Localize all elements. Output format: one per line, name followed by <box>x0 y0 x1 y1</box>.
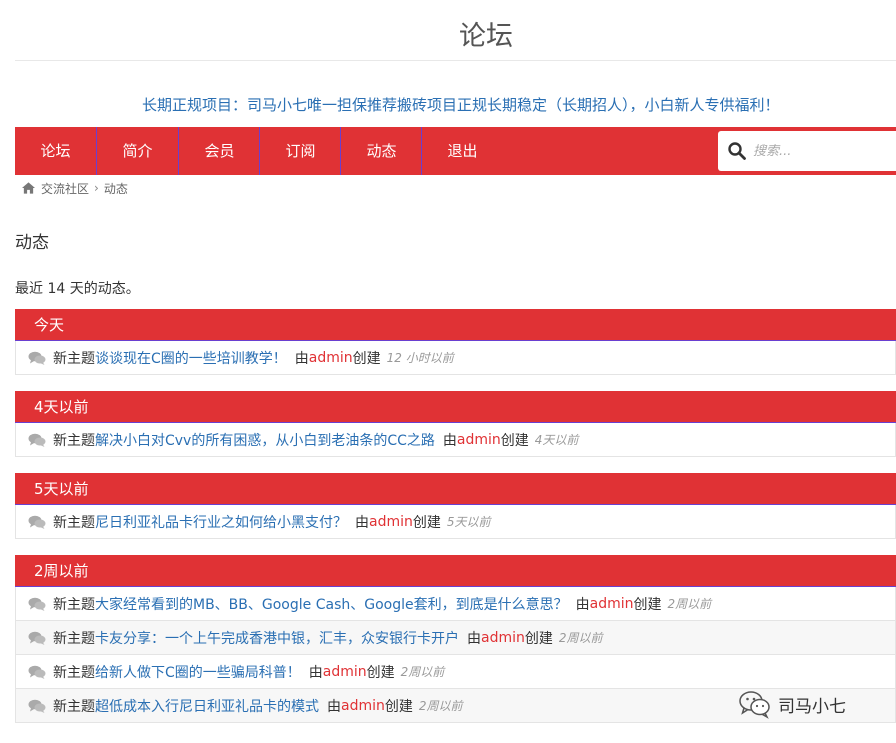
activity-section-5-days: 5天以前 新主题 尼日利亚礼品卡行业之如何给小黑支付？ 由 admin 创建 5… <box>15 473 896 539</box>
breadcrumb-home[interactable]: 交流社区 <box>41 180 89 197</box>
by-label: 由 <box>294 350 309 367</box>
promo-link[interactable]: 长期正规项目：司马小七唯一担保推荐搬砖项目正规长期稳定（长期招人），小白新人专供… <box>142 94 780 115</box>
chat-bubbles-icon <box>28 665 46 679</box>
activity-type: 新主题 <box>53 698 95 715</box>
chat-bubbles-icon <box>28 699 46 713</box>
author-link[interactable]: admin <box>481 630 525 646</box>
chat-bubbles-icon <box>28 433 46 447</box>
section-header: 4天以前 <box>15 391 896 423</box>
section-header: 今天 <box>15 309 896 341</box>
author-link[interactable]: admin <box>323 664 367 680</box>
watermark: 司马小七 <box>738 689 846 719</box>
timestamp: 2周以前 <box>667 597 712 611</box>
topic-link[interactable]: 大家经常看到的MB、BB、Google Cash、Google套利，到底是什么意… <box>95 594 568 614</box>
breadcrumb: 交流社区 › 动态 <box>22 180 128 196</box>
activity-row: 新主题 解决小白对Cvv的所有困惑，从小白到老油条的CC之路 由 admin 创… <box>15 423 896 457</box>
chat-bubbles-icon <box>28 597 46 611</box>
author-link[interactable]: admin <box>457 432 501 448</box>
watermark-text: 司马小七 <box>778 696 846 717</box>
main-navbar: 论坛 简介 会员 订阅 动态 退出 <box>15 127 896 175</box>
timestamp: 2周以前 <box>400 665 445 679</box>
topic-link[interactable]: 尼日利亚礼品卡行业之如何给小黑支付？ <box>95 512 347 532</box>
activity-type: 新主题 <box>53 514 95 531</box>
page-title: 动态 <box>15 233 49 253</box>
activity-row: 新主题 尼日利亚礼品卡行业之如何给小黑支付？ 由 admin 创建 5天以前 <box>15 505 896 539</box>
by-label: 由 <box>467 630 481 647</box>
created-label: 创建 <box>366 664 395 681</box>
author-link[interactable]: admin <box>341 698 385 714</box>
activity-type: 新主题 <box>53 350 95 367</box>
by-label: 由 <box>327 698 341 715</box>
nav-item-logout[interactable]: 退出 <box>422 127 503 175</box>
search-input[interactable] <box>753 139 896 163</box>
activity-type: 新主题 <box>53 432 95 449</box>
created-label: 创建 <box>352 350 381 367</box>
search-icon[interactable] <box>727 141 747 161</box>
activity-type: 新主题 <box>53 664 95 681</box>
home-icon[interactable] <box>22 182 35 194</box>
nav-item-activity[interactable]: 动态 <box>341 127 422 175</box>
timestamp: 2周以前 <box>558 631 603 645</box>
chat-bubbles-icon <box>28 351 46 365</box>
activity-section-today: 今天 新主题 谈谈现在C圈的一些培训教学！ 由 admin 创建 12 小时以前 <box>15 309 896 375</box>
nav-item-intro[interactable]: 简介 <box>97 127 178 175</box>
activity-section-4-days: 4天以前 新主题 解决小白对Cvv的所有困惑，从小白到老油条的CC之路 由 ad… <box>15 391 896 457</box>
by-label: 由 <box>442 432 457 449</box>
created-label: 创建 <box>412 514 441 531</box>
site-title: 论坛 <box>459 21 513 52</box>
author-link[interactable]: admin <box>369 514 413 530</box>
title-divider <box>15 60 896 61</box>
section-header: 2周以前 <box>15 555 896 587</box>
nav-item-forum[interactable]: 论坛 <box>15 127 96 175</box>
activity-row: 新主题 给新人做下C圈的一些骗局科普！ 由 admin 创建 2周以前 <box>15 655 896 689</box>
activity-row: 新主题 谈谈现在C圈的一些培训教学！ 由 admin 创建 12 小时以前 <box>15 341 896 375</box>
created-label: 创建 <box>633 596 662 613</box>
by-label: 由 <box>575 596 590 613</box>
topic-link[interactable]: 解决小白对Cvv的所有困惑，从小白到老油条的CC之路 <box>95 430 435 450</box>
timestamp: 4天以前 <box>534 433 579 447</box>
chevron-right-icon: › <box>94 181 99 195</box>
section-header: 5天以前 <box>15 473 896 505</box>
author-link[interactable]: admin <box>590 596 634 612</box>
created-label: 创建 <box>384 698 413 715</box>
topic-link[interactable]: 给新人做下C圈的一些骗局科普！ <box>95 662 301 682</box>
topic-link[interactable]: 谈谈现在C圈的一些培训教学！ <box>95 348 287 368</box>
chat-bubbles-icon <box>28 631 46 645</box>
created-label: 创建 <box>524 630 553 647</box>
author-link[interactable]: admin <box>309 350 353 366</box>
activity-type: 新主题 <box>53 596 95 613</box>
timestamp: 12 小时以前 <box>386 351 454 365</box>
topic-link[interactable]: 超低成本入行尼日利亚礼品卡的模式 <box>95 696 319 716</box>
activity-row: 新主题 大家经常看到的MB、BB、Google Cash、Google套利，到底… <box>15 587 896 621</box>
wechat-icon <box>739 691 770 719</box>
by-label: 由 <box>355 514 369 531</box>
breadcrumb-current: 动态 <box>103 181 128 196</box>
activity-type: 新主题 <box>53 630 95 647</box>
nav-item-subscribe[interactable]: 订阅 <box>260 127 341 175</box>
timestamp: 2周以前 <box>418 699 463 713</box>
nav-item-members[interactable]: 会员 <box>179 127 260 175</box>
timestamp: 5天以前 <box>446 515 491 529</box>
created-label: 创建 <box>500 432 529 449</box>
search-box <box>718 131 896 171</box>
page-subtitle: 最近 14 天的动态。 <box>15 281 140 297</box>
activity-row: 新主题 卡友分享：一个上午完成香港中银，汇丰，众安银行卡开户 由 admin 创… <box>15 621 896 655</box>
chat-bubbles-icon <box>28 515 46 529</box>
topic-link[interactable]: 卡友分享：一个上午完成香港中银，汇丰，众安银行卡开户 <box>95 628 459 648</box>
by-label: 由 <box>308 664 323 681</box>
